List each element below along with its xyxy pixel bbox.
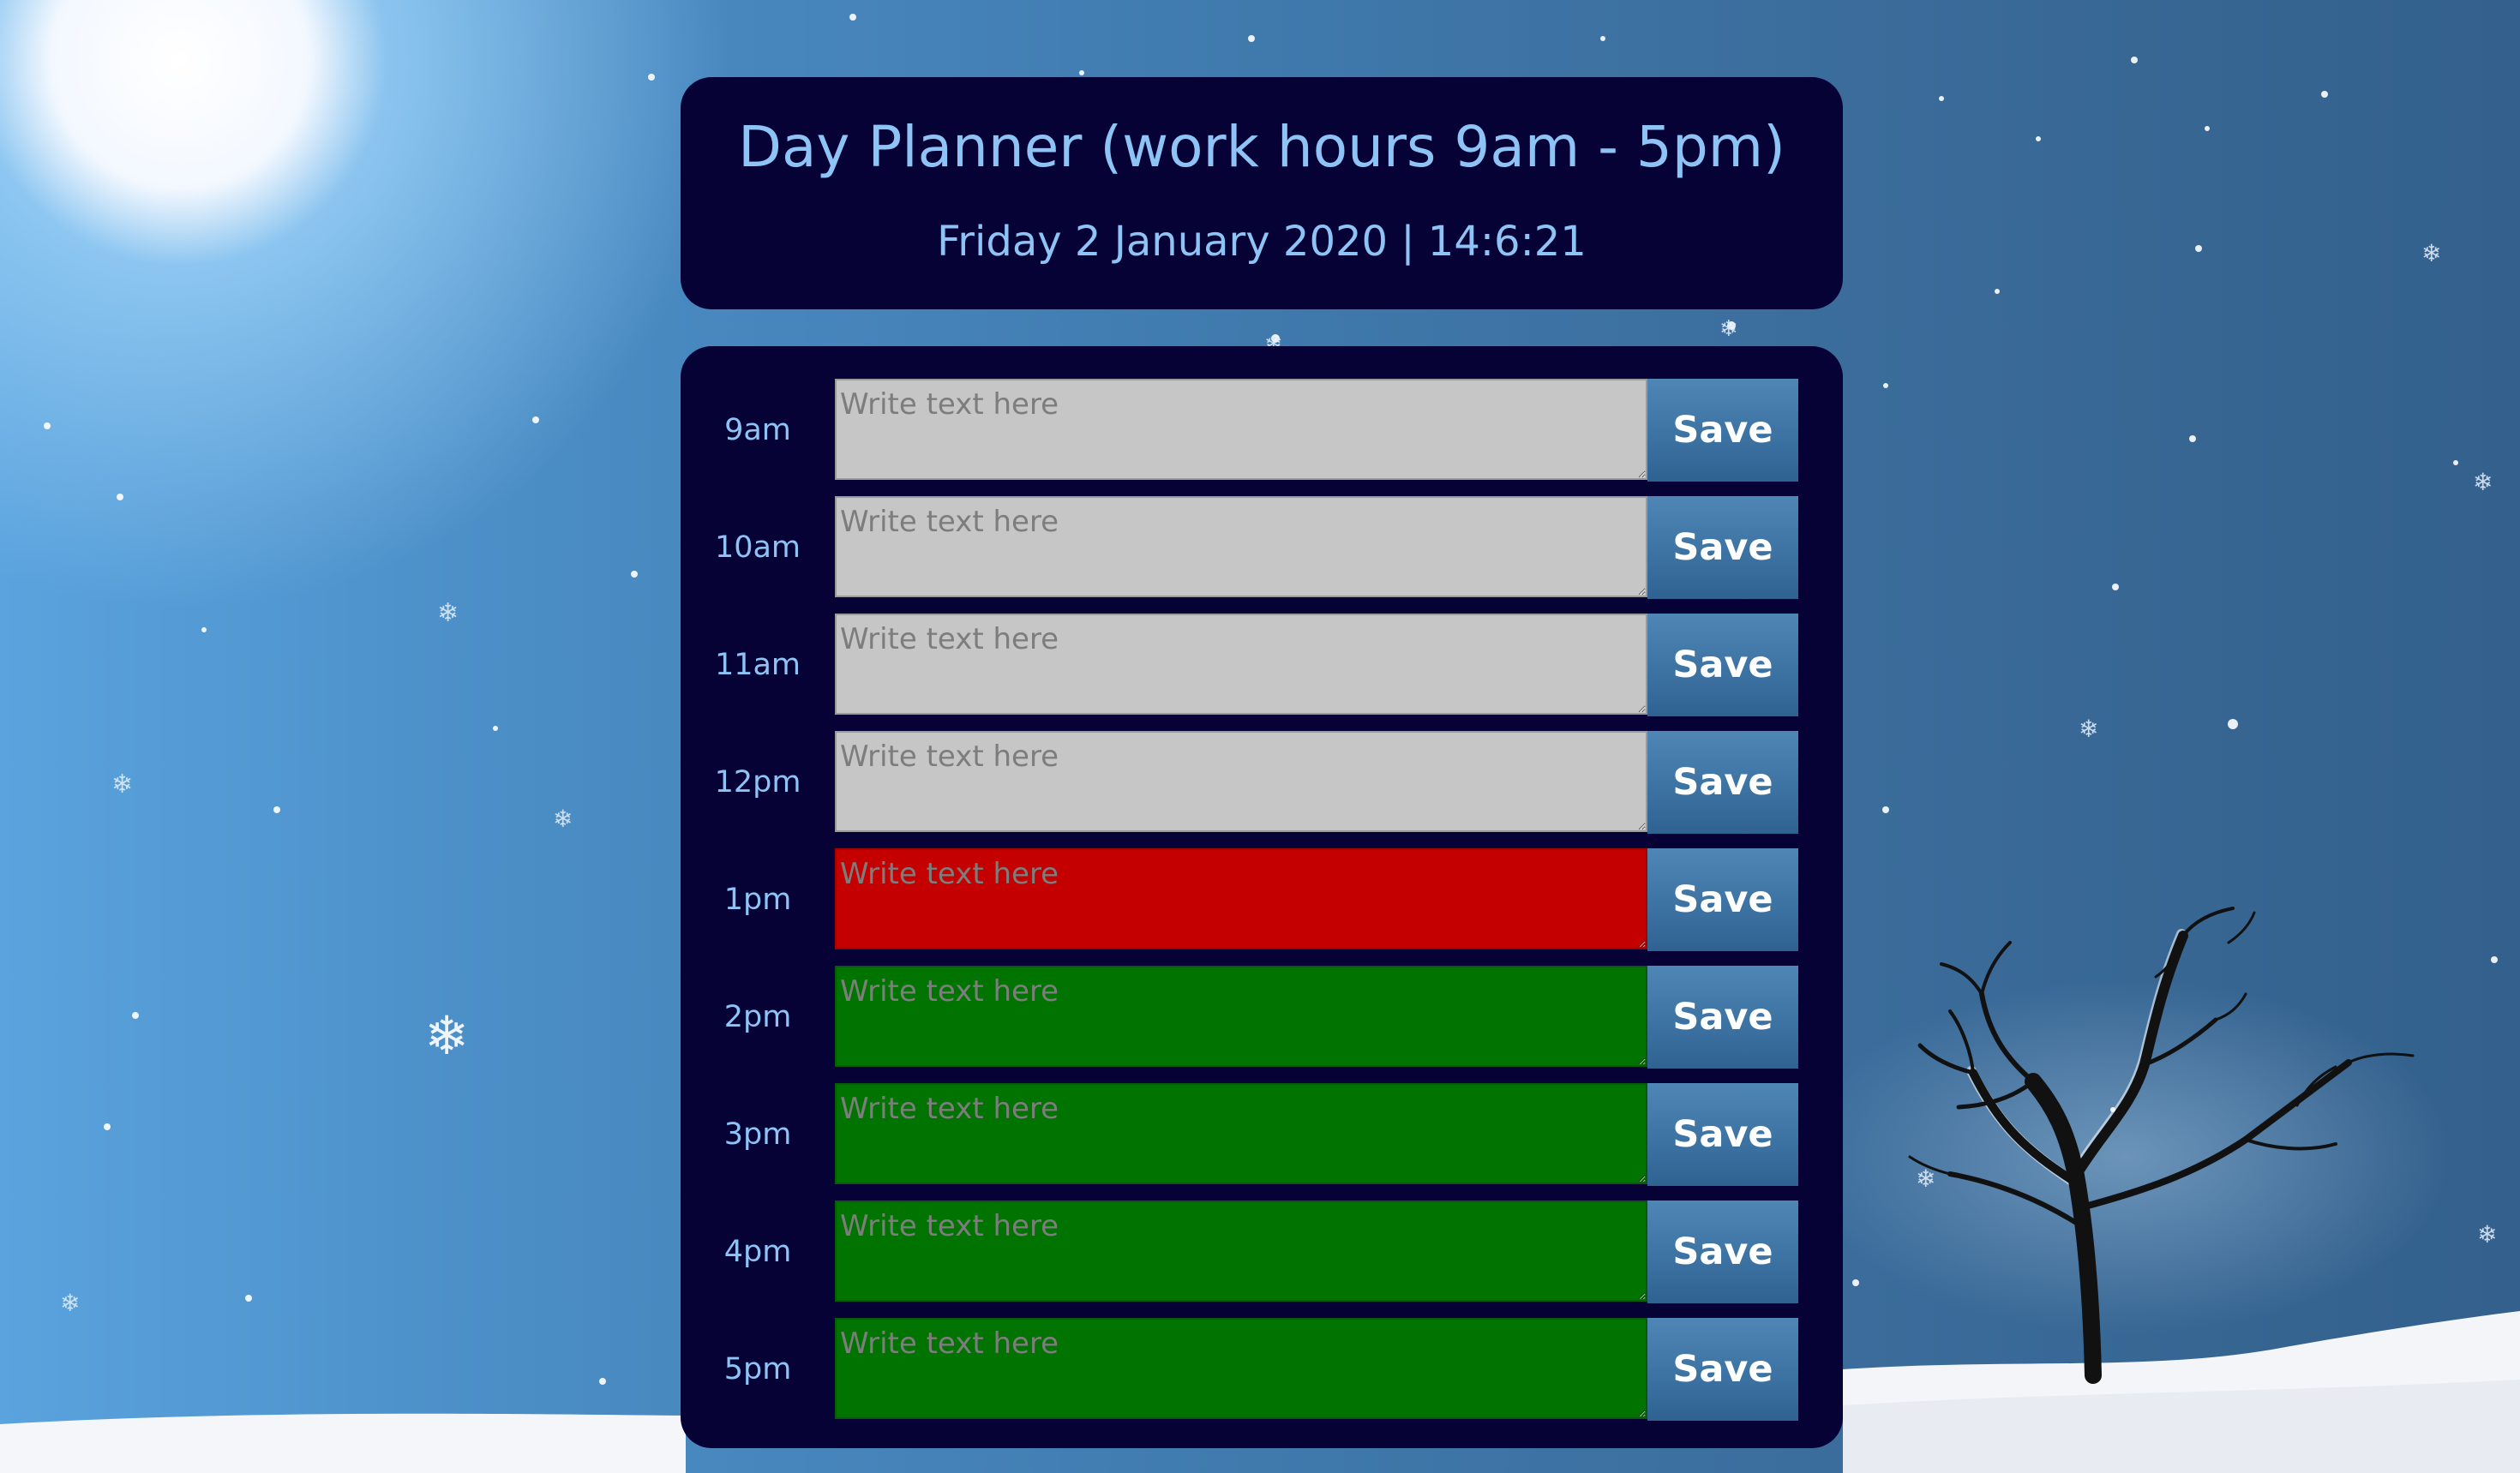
hour-label: 3pm: [723, 1117, 792, 1152]
svg-text:❄: ❄: [553, 805, 573, 833]
hour-label: 9am: [724, 413, 791, 447]
current-date-time: Friday 2 January 2020 | 14:6:21: [937, 218, 1587, 266]
time-block-row: 11am Save: [681, 614, 1843, 716]
page-title: Day Planner (work hours 9am - 5pm): [738, 114, 1785, 180]
time-block-row: 9am Save: [681, 379, 1843, 482]
save-button[interactable]: Save: [1647, 1201, 1798, 1303]
save-button[interactable]: Save: [1647, 966, 1798, 1069]
event-textarea[interactable]: [835, 1083, 1647, 1184]
event-textarea[interactable]: [835, 848, 1647, 949]
time-block-row: 4pm Save: [681, 1201, 1843, 1303]
save-button[interactable]: Save: [1647, 379, 1798, 482]
event-textarea[interactable]: [835, 966, 1647, 1067]
svg-text:❄: ❄: [60, 1289, 80, 1317]
time-block-row: 5pm Save: [681, 1318, 1843, 1421]
time-block-row: 1pm Save: [681, 848, 1843, 951]
time-block-row: 2pm Save: [681, 966, 1843, 1069]
svg-text:❄: ❄: [437, 598, 459, 628]
hour-label: 4pm: [723, 1235, 792, 1269]
event-textarea[interactable]: [835, 1318, 1647, 1419]
save-button[interactable]: Save: [1647, 848, 1798, 951]
save-button[interactable]: Save: [1647, 496, 1798, 599]
svg-text:❄: ❄: [1719, 316, 1738, 342]
time-block-list: 9am Save 10am Save 11am Save 12pm Save 1…: [681, 346, 1843, 1448]
event-textarea[interactable]: [835, 496, 1647, 597]
svg-text:❄: ❄: [111, 769, 133, 799]
time-block-row: 12pm Save: [681, 731, 1843, 834]
time-block-row: 3pm Save: [681, 1083, 1843, 1186]
event-textarea[interactable]: [835, 614, 1647, 715]
event-textarea[interactable]: [835, 1201, 1647, 1302]
hour-label: 5pm: [723, 1352, 792, 1386]
hour-label: 1pm: [723, 883, 792, 917]
planner-header: Day Planner (work hours 9am - 5pm) Frida…: [681, 77, 1843, 309]
hour-label: 12pm: [714, 765, 801, 799]
svg-text:❄: ❄: [1916, 1165, 1935, 1193]
event-textarea[interactable]: [835, 379, 1647, 480]
svg-text:❄: ❄: [2079, 715, 2098, 743]
bare-tree: [1908, 907, 2415, 1384]
svg-text:❄: ❄: [424, 1004, 469, 1067]
event-textarea[interactable]: [835, 731, 1647, 832]
hour-label: 11am: [714, 648, 801, 682]
svg-text:❄: ❄: [2477, 1220, 2497, 1248]
time-block-row: 10am Save: [681, 496, 1843, 599]
hour-label: 2pm: [723, 1000, 792, 1034]
save-button[interactable]: Save: [1647, 731, 1798, 834]
svg-text:❄: ❄: [2421, 239, 2441, 267]
save-button[interactable]: Save: [1647, 1318, 1798, 1421]
save-button[interactable]: Save: [1647, 614, 1798, 716]
svg-text:❄: ❄: [2473, 468, 2493, 496]
save-button[interactable]: Save: [1647, 1083, 1798, 1186]
hour-label: 10am: [714, 530, 801, 565]
